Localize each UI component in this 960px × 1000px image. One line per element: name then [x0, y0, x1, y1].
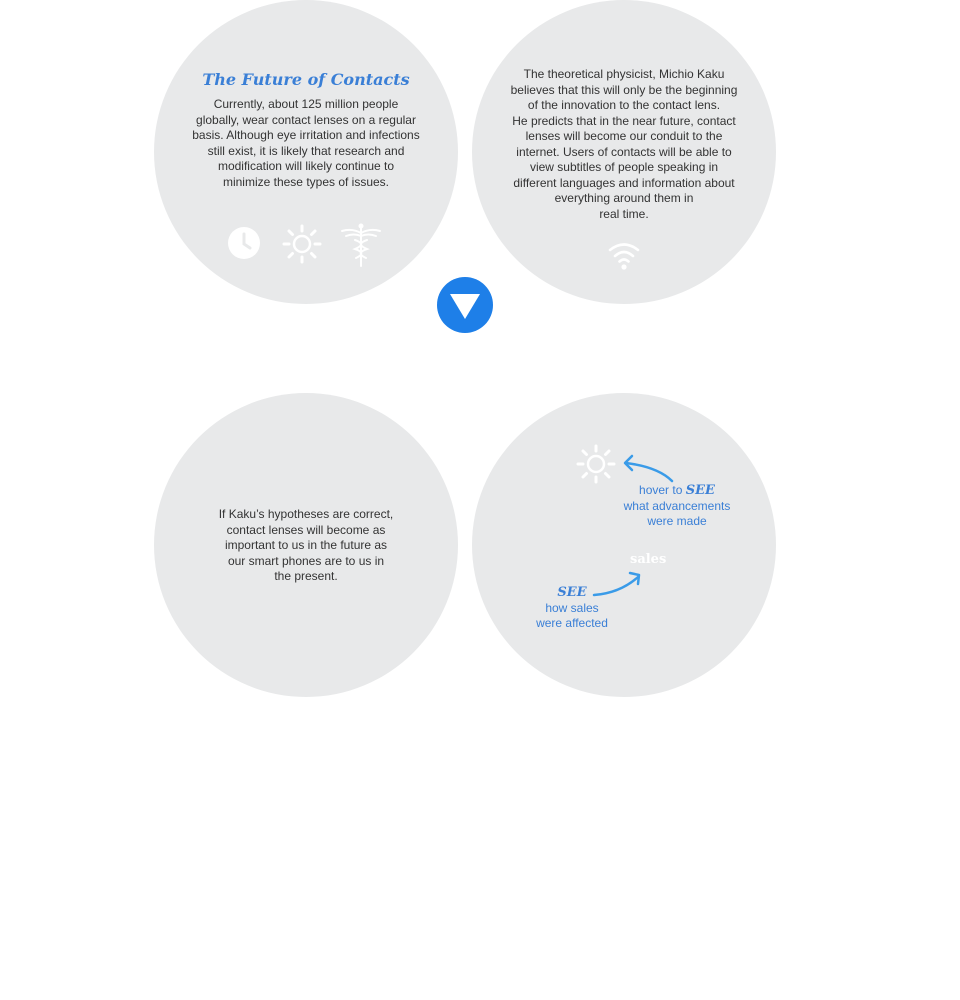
kaku-line: everything around them in	[554, 191, 694, 205]
caduceus-icon[interactable]	[340, 222, 382, 268]
kaku-description: The theoretical physicist, Michio Kaku b…	[496, 67, 752, 222]
hypothesis-line: contact lenses will become as	[226, 522, 386, 537]
hypothesis-line: the present.	[274, 569, 338, 583]
hint-line: what advancements	[623, 498, 731, 513]
kaku-line: The theoretical physicist, Michio Kaku	[523, 67, 725, 81]
future-line: modification will likely continue to	[217, 159, 395, 173]
kaku-line: He predicts that in the near future, con…	[512, 113, 736, 128]
future-line: minimize these types of issues.	[222, 174, 390, 189]
kaku-line: internet. Users of contacts will be able…	[516, 144, 732, 159]
hint-line: were affected	[536, 616, 608, 630]
future-line: basis. Although eye irritation and infec…	[192, 128, 420, 142]
future-line: globally, wear contact lenses on a regul…	[196, 112, 416, 127]
kaku-line: real time.	[599, 206, 649, 221]
wifi-icon[interactable]	[607, 240, 641, 272]
clock-icon[interactable]	[227, 226, 261, 260]
hint-line: how sales	[545, 600, 599, 615]
sales-hotspot[interactable]: sales	[630, 552, 666, 567]
kaku-line: lenses will become our conduit to the	[525, 129, 723, 143]
kaku-line: believes that this will only be the begi…	[510, 82, 738, 97]
kaku-line: different languages and information abou…	[513, 175, 735, 190]
see-label: SEE	[557, 585, 587, 600]
see-label: SEE	[685, 483, 715, 498]
kaku-line: view subtitles of people speaking in	[529, 160, 719, 174]
hypothesis-line: If Kaku’s hypotheses are correct,	[218, 507, 394, 521]
future-line: Currently, about 125 million people	[213, 97, 399, 111]
triangle-down-icon	[450, 294, 480, 319]
future-line: still exist, it is likely that research …	[207, 143, 405, 158]
future-description: Currently, about 125 million people glob…	[178, 97, 434, 190]
hypothesis-description: If Kaku’s hypotheses are correct, contac…	[206, 507, 406, 585]
hint-line: were made	[647, 514, 707, 528]
sun-icon[interactable]	[282, 224, 322, 264]
kaku-line: of the innovation to the contact lens.	[527, 98, 721, 112]
curved-arrow-icon	[623, 454, 674, 483]
scroll-down-button[interactable]	[437, 277, 493, 333]
hypothesis-circle: If Kaku’s hypotheses are correct, contac…	[154, 393, 458, 697]
hypothesis-line: important to us in the future as	[224, 538, 388, 552]
hover-hints-circle: hover to SEE what advancements were made…	[472, 393, 776, 697]
future-of-contacts-circle: The Future of Contacts Currently, about …	[154, 0, 458, 304]
hover-prefix: hover to	[639, 483, 683, 497]
hypothesis-line: our smart phones are to us in	[227, 553, 385, 568]
sun-icon[interactable]	[576, 444, 616, 484]
future-title: The Future of Contacts	[202, 70, 410, 89]
kaku-prediction-circle: The theoretical physicist, Michio Kaku b…	[472, 0, 776, 304]
advancements-hint: hover to SEE what advancements were made	[602, 483, 752, 530]
sales-hint: SEE how sales were affected	[512, 585, 632, 632]
